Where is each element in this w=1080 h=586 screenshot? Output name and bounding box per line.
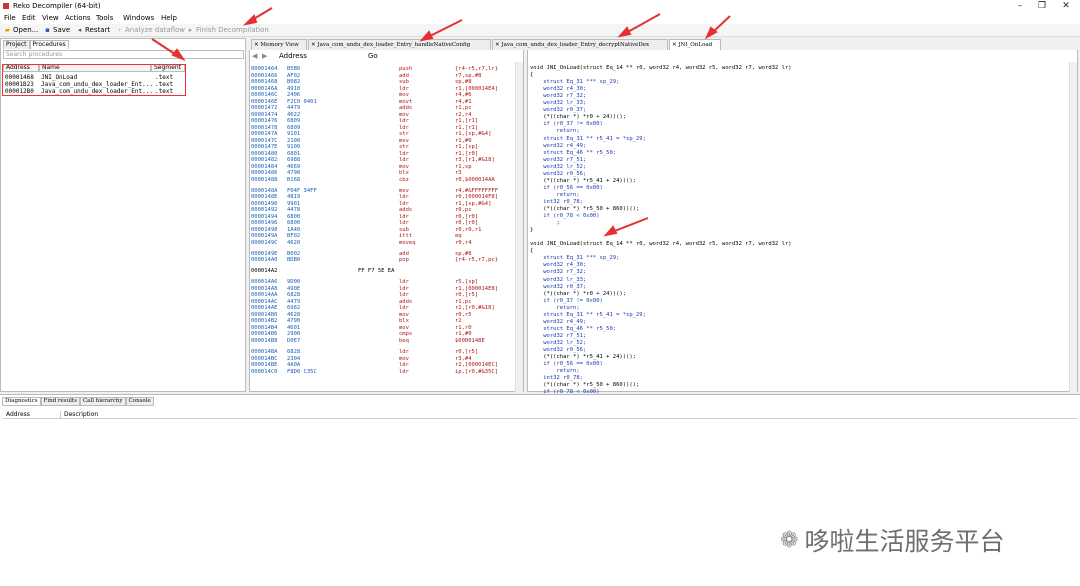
annotation-arrows (151, 7, 731, 237)
